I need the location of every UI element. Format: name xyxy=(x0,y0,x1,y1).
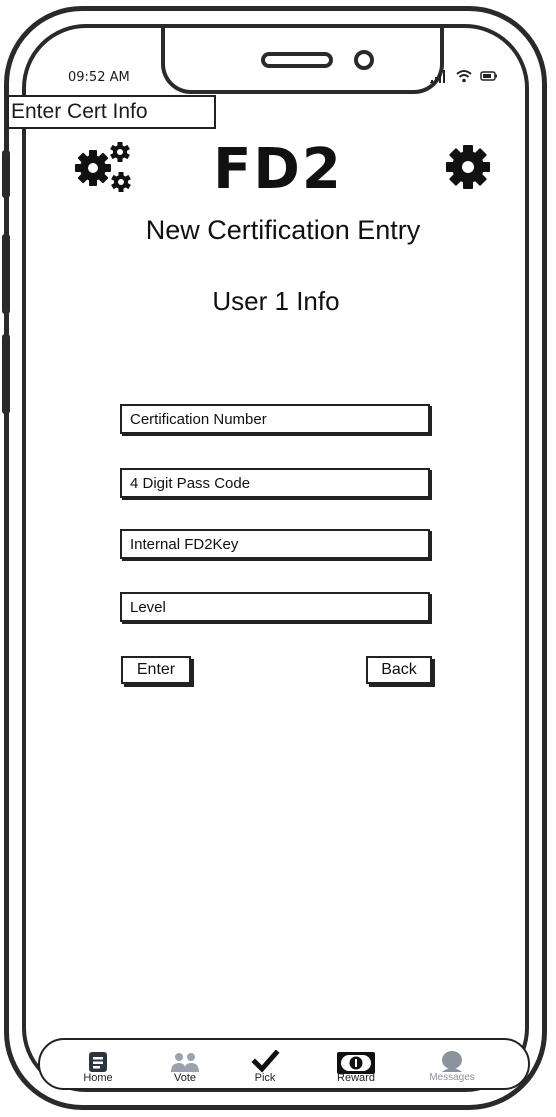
signal-icon xyxy=(430,70,445,83)
tab-vote-label: Vote xyxy=(173,1072,197,1084)
tab-reward-label: Reward xyxy=(337,1072,375,1084)
certification-number-field xyxy=(120,404,430,434)
status-time: 09:52 AM xyxy=(68,70,130,85)
back-button[interactable]: Back xyxy=(366,656,432,684)
internal-key-input[interactable] xyxy=(122,531,428,557)
tab-messages-label: Messages xyxy=(429,1072,475,1083)
camera-icon xyxy=(354,50,374,70)
battery-icon xyxy=(480,71,497,81)
tab-messages[interactable]: Messages xyxy=(422,1040,482,1088)
side-button-low xyxy=(2,334,10,414)
gear-icon[interactable] xyxy=(444,143,492,195)
page-title: New Certification Entry xyxy=(145,215,421,245)
level-input[interactable] xyxy=(122,594,428,620)
pass-code-field xyxy=(120,468,430,498)
level-field xyxy=(120,592,430,622)
bottom-tab-bar: Home Vote Pick Reward Messages xyxy=(38,1038,530,1090)
tab-pick[interactable]: Pick xyxy=(235,1040,295,1088)
pass-code-input[interactable] xyxy=(122,470,428,496)
phone-notch xyxy=(161,28,444,94)
wifi-icon xyxy=(456,70,472,83)
screen-label: Enter Cert Info xyxy=(7,95,216,129)
tab-pick-label: Pick xyxy=(254,1072,276,1084)
page-subtitle: User 1 Info xyxy=(212,286,340,316)
certification-number-input[interactable] xyxy=(122,406,428,432)
tab-vote[interactable]: Vote xyxy=(155,1040,215,1088)
enter-button[interactable]: Enter xyxy=(121,656,191,684)
tab-home-label: Home xyxy=(83,1072,113,1084)
status-icons xyxy=(430,69,498,83)
internal-key-field xyxy=(120,529,430,559)
tab-home[interactable]: Home xyxy=(68,1040,128,1088)
tab-reward[interactable]: Reward xyxy=(326,1040,386,1088)
speaker-icon xyxy=(261,52,333,68)
